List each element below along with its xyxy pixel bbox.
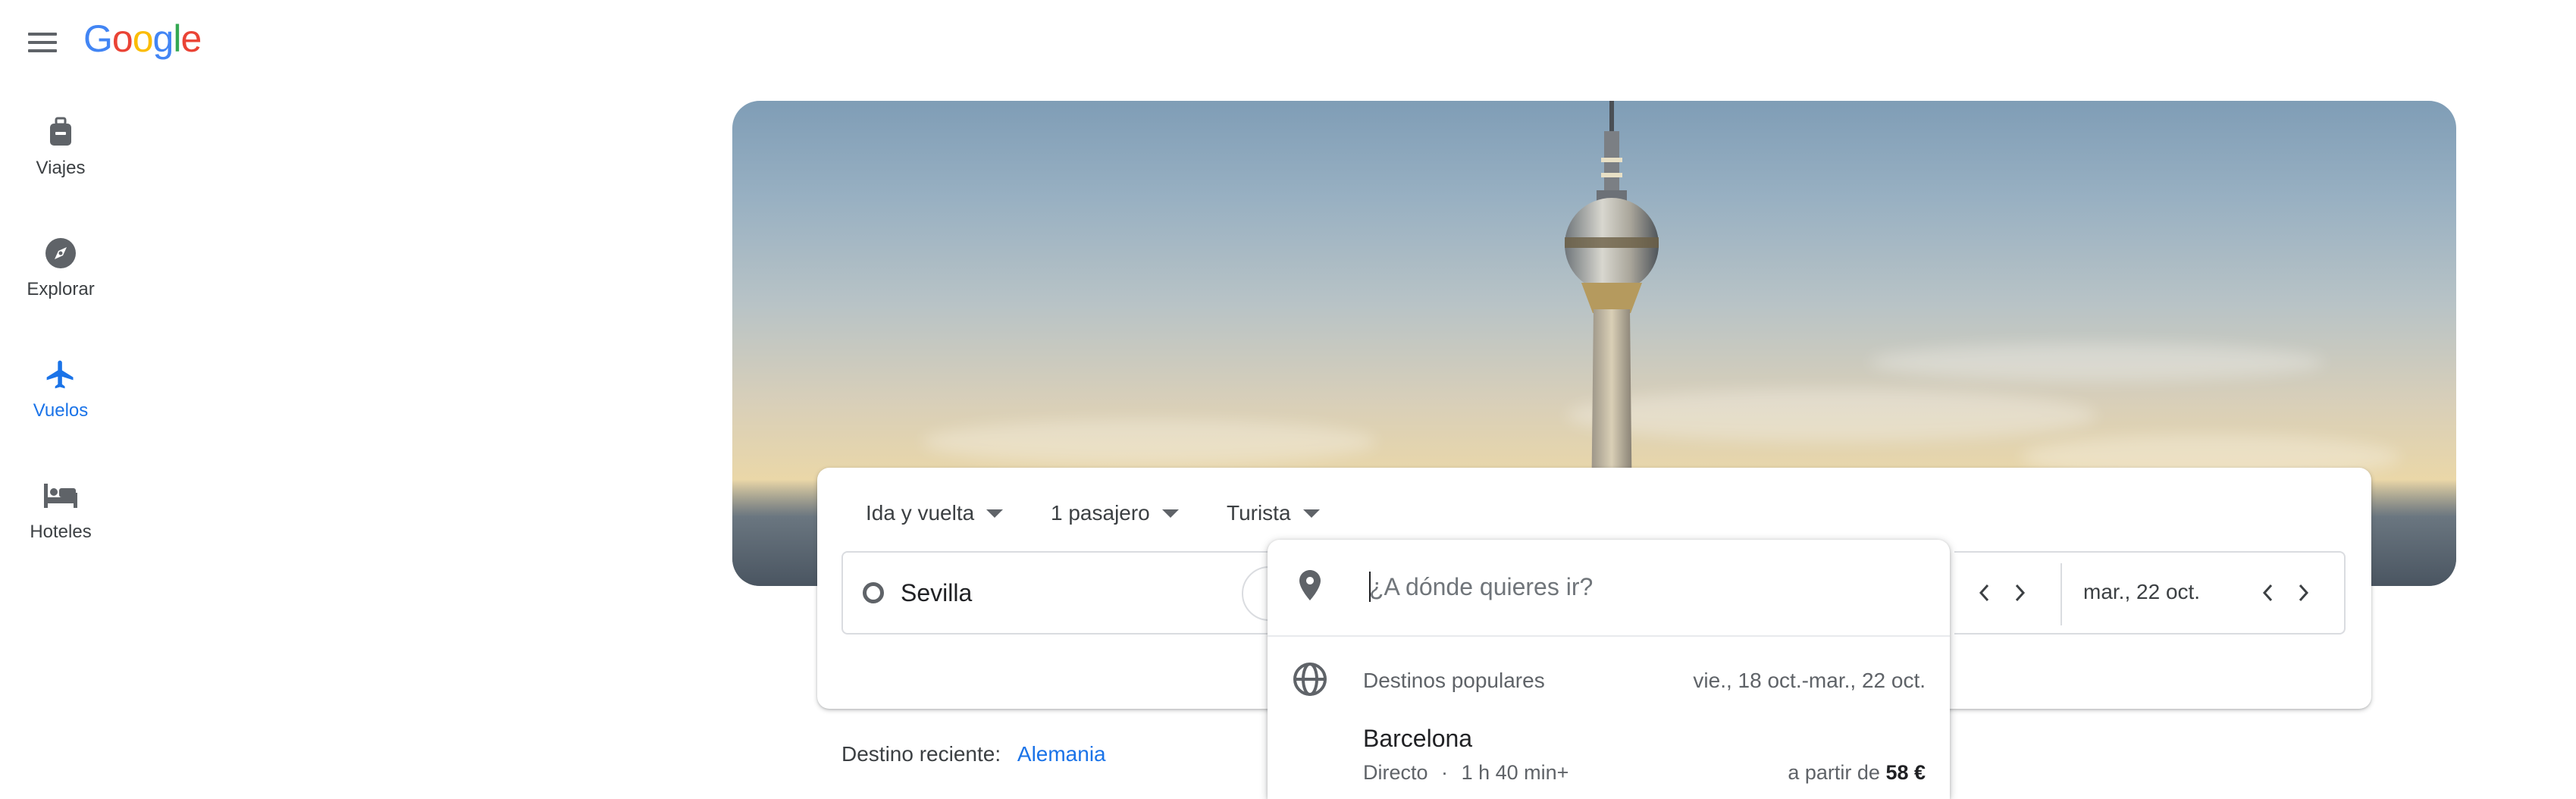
menu-bar bbox=[28, 49, 57, 52]
caret-down-icon bbox=[1161, 509, 1179, 518]
chevron-right-icon[interactable] bbox=[2292, 581, 2315, 604]
bed-icon bbox=[42, 478, 79, 514]
destination-input[interactable] bbox=[1369, 569, 1900, 605]
nav-item-label: Hoteles bbox=[30, 522, 92, 542]
nav-item-hoteles[interactable]: Hoteles bbox=[0, 478, 121, 543]
nav-item-label: Vuelos bbox=[33, 400, 89, 421]
recent-destination-label: Destino reciente: bbox=[841, 742, 1001, 766]
logo-letter: o bbox=[111, 17, 133, 60]
nav-item-viajes[interactable]: Viajes bbox=[0, 114, 121, 179]
caret-down-icon bbox=[1302, 509, 1320, 518]
date-divider bbox=[2060, 563, 2062, 625]
chevron-left-icon[interactable] bbox=[2256, 581, 2279, 604]
globe-icon bbox=[1292, 661, 1328, 697]
recent-destination-link[interactable]: Alemania bbox=[1017, 742, 1106, 766]
separator-dot: · bbox=[1441, 761, 1449, 784]
cabin-class-label: Turista bbox=[1227, 501, 1291, 525]
trip-type-label: Ida y vuelta bbox=[866, 501, 975, 525]
logo-letter: e bbox=[180, 17, 202, 60]
passengers-label: 1 pasajero bbox=[1051, 501, 1150, 525]
destination-stops: Directo bbox=[1363, 761, 1428, 784]
popular-destinations-dates: vie., 18 oct.-mar., 22 oct. bbox=[1693, 669, 1926, 692]
nav-item-label: Viajes bbox=[36, 158, 86, 178]
text-cursor bbox=[1369, 572, 1371, 602]
date-fields[interactable]: mar., 22 oct. bbox=[1954, 551, 2346, 634]
chevron-left-icon[interactable] bbox=[1973, 581, 1995, 604]
menu-bar bbox=[28, 33, 57, 36]
recent-destination: Destino reciente: Alemania bbox=[841, 742, 1106, 766]
destination-dropdown: Destinos populares vie., 18 oct.-mar., 2… bbox=[1268, 540, 1950, 799]
origin-circle-icon bbox=[863, 582, 884, 603]
popular-destinations-row: Destinos populares vie., 18 oct.-mar., 2… bbox=[1268, 661, 1950, 703]
destination-input-row bbox=[1268, 540, 1950, 637]
destination-name: Barcelona bbox=[1363, 725, 1473, 752]
suitcase-icon bbox=[42, 114, 79, 150]
nav-item-vuelos[interactable]: Vuelos bbox=[0, 356, 121, 421]
passengers-select[interactable]: 1 pasajero bbox=[1051, 501, 1179, 525]
main-menu-button[interactable] bbox=[21, 21, 64, 64]
trip-type-select[interactable]: Ida y vuelta bbox=[866, 501, 1004, 525]
logo-letter: o bbox=[132, 17, 154, 60]
destination-price: a partir de 58 € bbox=[1788, 761, 1926, 785]
nav-item-explorar[interactable]: Explorar bbox=[0, 235, 121, 300]
origin-field[interactable]: Sevilla bbox=[841, 551, 1296, 634]
price-value: 58 € bbox=[1885, 761, 1926, 784]
destination-duration: 1 h 40 min+ bbox=[1461, 761, 1569, 784]
popular-destinations-label: Destinos populares bbox=[1363, 669, 1545, 692]
nav-item-label: Explorar bbox=[27, 279, 95, 299]
caret-down-icon bbox=[986, 509, 1004, 518]
menu-bar bbox=[28, 41, 57, 44]
destination-item[interactable]: Barcelona Directo · 1 h 40 min+ a partir… bbox=[1268, 725, 1950, 799]
logo-letter: l bbox=[173, 17, 181, 60]
location-pin-icon bbox=[1292, 567, 1328, 603]
compass-icon bbox=[42, 235, 79, 271]
destination-details: Directo · 1 h 40 min+ bbox=[1363, 761, 1568, 785]
cabin-class-select[interactable]: Turista bbox=[1227, 501, 1320, 525]
logo-letter: G bbox=[83, 17, 113, 60]
logo-letter: g bbox=[152, 17, 174, 60]
price-prefix: a partir de bbox=[1788, 761, 1880, 784]
origin-value: Sevilla bbox=[901, 578, 973, 606]
google-logo[interactable]: Google bbox=[83, 17, 202, 61]
return-date-value[interactable]: mar., 22 oct. bbox=[2083, 580, 2200, 604]
airplane-icon bbox=[42, 356, 79, 393]
chevron-right-icon[interactable] bbox=[2009, 581, 2032, 604]
